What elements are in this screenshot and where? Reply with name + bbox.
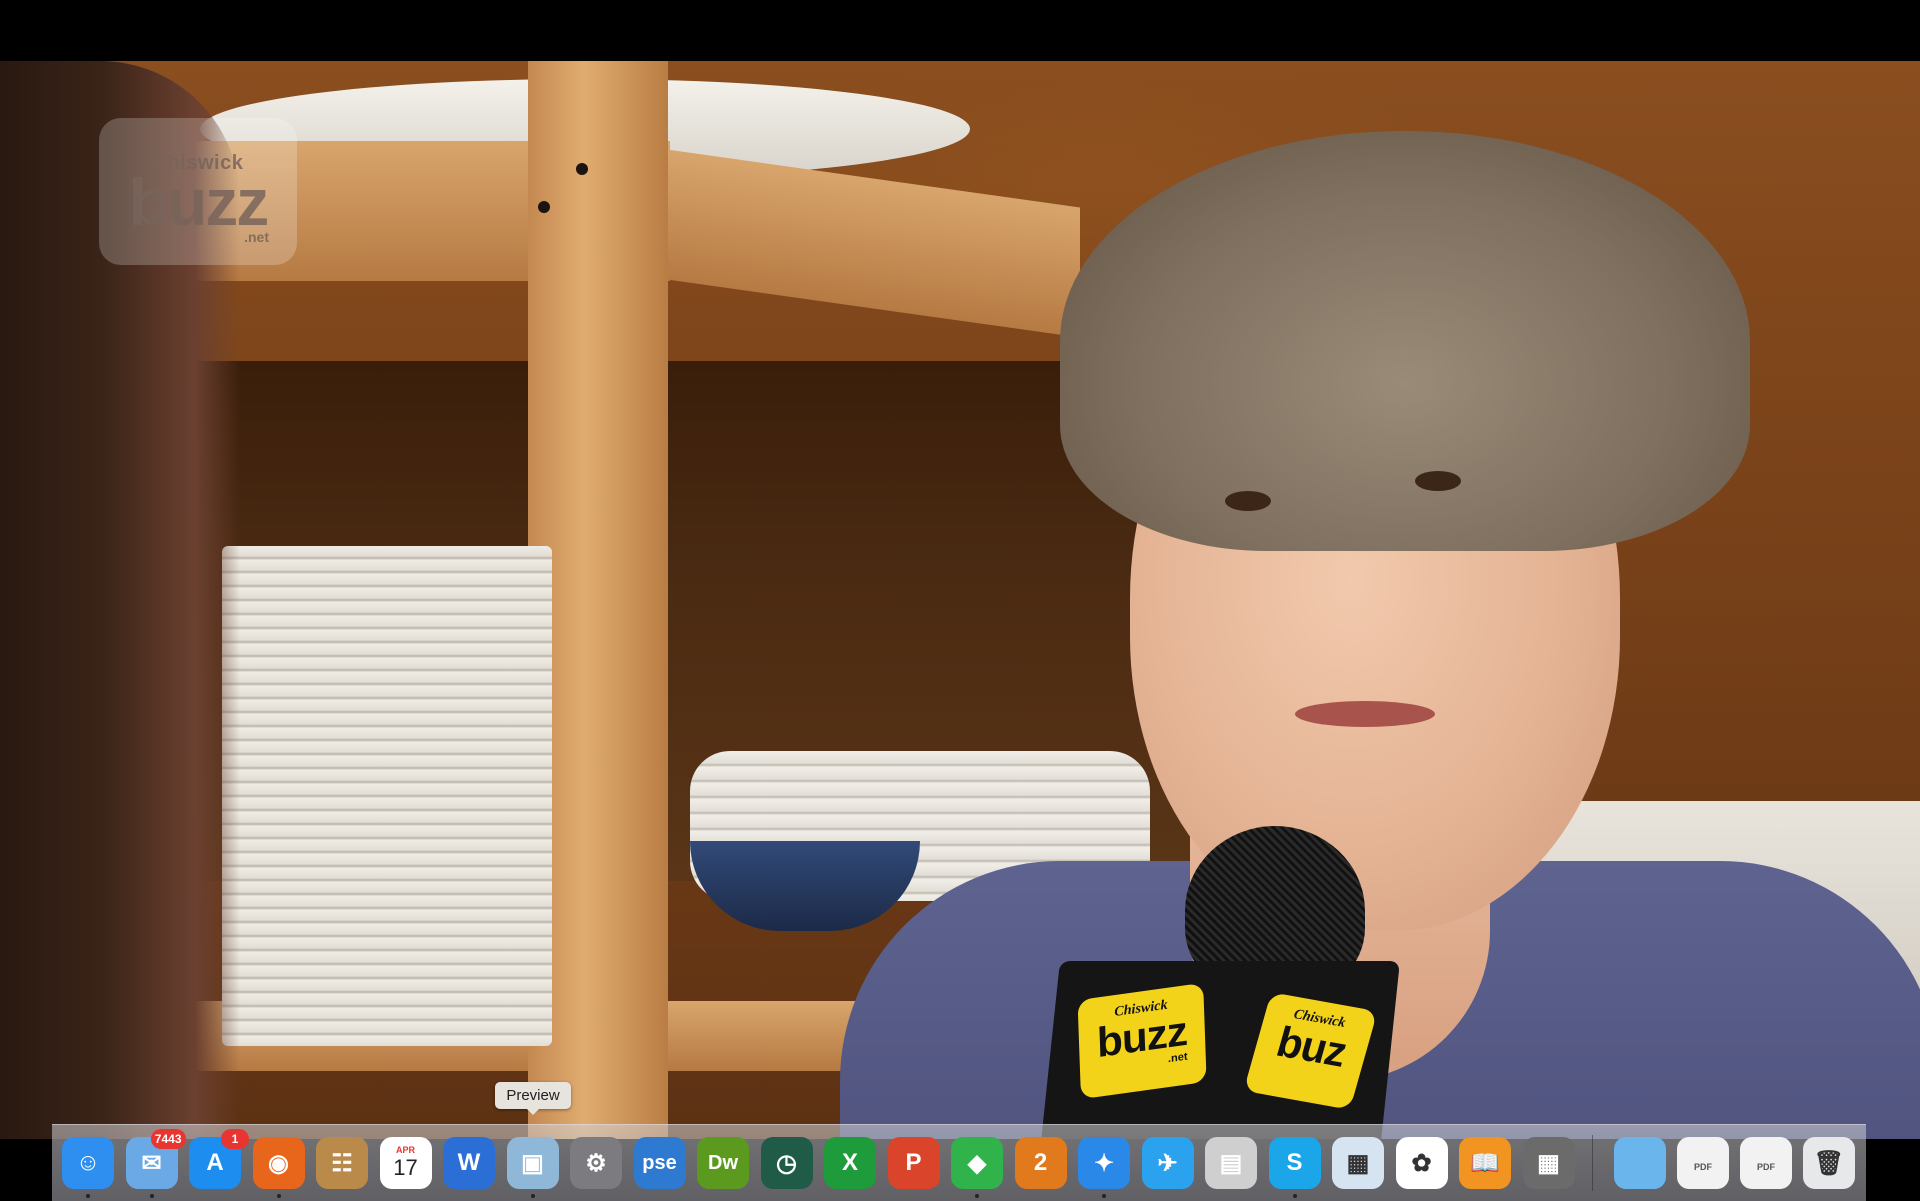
pdf-label: PDF	[1757, 1162, 1775, 1172]
dock-item-image-viewer[interactable]: ▦	[1332, 1137, 1384, 1189]
dock-item-pdf-document[interactable]: PDF	[1740, 1137, 1792, 1189]
mic-flag-logo-side: Chiswick buz	[1243, 992, 1378, 1110]
dock-item-mail[interactable]: ✉ 7443	[125, 1129, 186, 1198]
time-machine-icon: ◷	[776, 1149, 797, 1177]
dock-item-contacts[interactable]: ☷	[316, 1137, 368, 1189]
microphone-flag: Chiswick buzz .net Chiswick buz	[1040, 961, 1400, 1139]
preview-icon: ▣	[521, 1149, 544, 1177]
dock-item-pdf-document[interactable]: PDF	[1677, 1137, 1729, 1189]
pdf-document-icon: PDF	[1757, 1149, 1775, 1177]
photos-icon: ✿	[1411, 1149, 1432, 1177]
calendar-icon: APR 17	[393, 1145, 417, 1181]
dock-item-excel[interactable]: X	[824, 1137, 876, 1189]
sims-icon: ◆	[967, 1149, 987, 1177]
dock-item-folder[interactable]	[1614, 1137, 1666, 1189]
running-indicator	[276, 1194, 281, 1198]
dock-item-time-machine[interactable]: ◷	[760, 1137, 813, 1189]
dock-item-safari[interactable]: ✦	[1078, 1137, 1130, 1198]
dock-item-ibooks[interactable]: 📖	[1459, 1137, 1511, 1189]
dreamweaver-icon: Dw	[708, 1151, 738, 1174]
pdf-document-icon: PDF	[1694, 1149, 1712, 1177]
interviewee-hair	[1060, 131, 1750, 551]
dock-item-powerpoint[interactable]: P	[887, 1137, 940, 1189]
bowl	[690, 841, 920, 931]
image-viewer-icon: ▦	[1346, 1149, 1370, 1177]
notification-badge: 7443	[150, 1129, 186, 1149]
mouth	[1295, 701, 1435, 727]
eye	[1225, 491, 1271, 511]
running-indicator	[1102, 1194, 1106, 1198]
dock: ☺ ✉ 7443 A 1 ◉ ☷ APR 17 W ▣ ⚙ pse Dw ◷ X P ◆ 2 ✦ ✈ ▤ S ▦ ✿ 📖 ▦ PDF…	[52, 1124, 1866, 1201]
excel-icon: X	[841, 1149, 858, 1176]
finder-icon: ☺	[75, 1149, 101, 1176]
dock-item-trash[interactable]: 🗑	[1803, 1137, 1855, 1189]
trash-icon: 🗑	[1813, 1149, 1845, 1177]
video-frame: Chiswick buzz .net Chiswick buz Chiswick…	[0, 61, 1920, 1139]
calendar-day: 17	[393, 1155, 418, 1180]
ibooks-icon: 📖	[1470, 1149, 1500, 1177]
word-icon: W	[457, 1149, 481, 1176]
bolt	[576, 163, 588, 175]
toaster-icon: ▤	[1219, 1149, 1243, 1177]
dock-item-calculator[interactable]: ▦	[1522, 1137, 1575, 1189]
dock-item-toaster[interactable]: ▤	[1205, 1137, 1257, 1189]
calculator-icon: ▦	[1537, 1149, 1560, 1177]
powerpoint-icon: P	[905, 1149, 922, 1176]
app-store-icon: A	[206, 1149, 224, 1176]
pdf-label: PDF	[1694, 1162, 1712, 1172]
dock-item-firefox[interactable]: ◉	[252, 1137, 305, 1198]
dock-item-skype[interactable]: S	[1268, 1137, 1321, 1198]
dock-item-sims2[interactable]: 2	[1014, 1137, 1067, 1189]
dock-item-twitter[interactable]: ✈	[1141, 1137, 1194, 1189]
dock-item-gear[interactable]: ⚙	[570, 1137, 622, 1189]
firefox-icon: ◉	[268, 1149, 289, 1177]
plate-stack	[222, 546, 552, 1046]
dock-item-calendar[interactable]: APR 17	[379, 1137, 432, 1189]
safari-icon: ✦	[1093, 1149, 1115, 1177]
bolt	[538, 201, 550, 213]
dock-tooltip: Preview	[495, 1082, 571, 1115]
running-indicator	[86, 1194, 90, 1198]
eye	[1415, 471, 1461, 491]
dock-item-photos[interactable]: ✿	[1395, 1137, 1448, 1189]
pse-icon: pse	[642, 1151, 677, 1174]
contacts-icon: ☷	[331, 1149, 353, 1177]
dock-item-preview[interactable]: ▣	[506, 1137, 559, 1198]
channel-watermark: Chiswick buzz .net	[99, 118, 297, 265]
dock-item-word[interactable]: W	[443, 1137, 495, 1189]
dock-item-pse[interactable]: pse	[633, 1137, 686, 1189]
twitter-icon: ✈	[1157, 1149, 1178, 1177]
skype-icon: S	[1286, 1149, 1303, 1176]
dock-item-sims[interactable]: ◆	[951, 1137, 1003, 1198]
mail-icon: ✉	[141, 1149, 162, 1177]
dock-item-finder[interactable]: ☺	[62, 1137, 114, 1198]
calendar-month: APR	[395, 1145, 415, 1155]
notification-badge: 1	[221, 1129, 249, 1149]
watermark-line2: buzz	[128, 165, 270, 239]
running-indicator	[530, 1194, 535, 1198]
dock-separator	[1592, 1135, 1593, 1191]
gear-icon: ⚙	[585, 1149, 607, 1177]
running-indicator	[149, 1194, 154, 1198]
sims2-icon: 2	[1033, 1149, 1048, 1176]
mic-flag-logo: Chiswick buzz .net	[1077, 982, 1207, 1100]
dock-item-app-store[interactable]: A1	[189, 1129, 249, 1189]
dock-item-dreamweaver[interactable]: Dw	[697, 1137, 749, 1189]
running-indicator	[975, 1194, 979, 1198]
running-indicator	[1292, 1194, 1297, 1198]
